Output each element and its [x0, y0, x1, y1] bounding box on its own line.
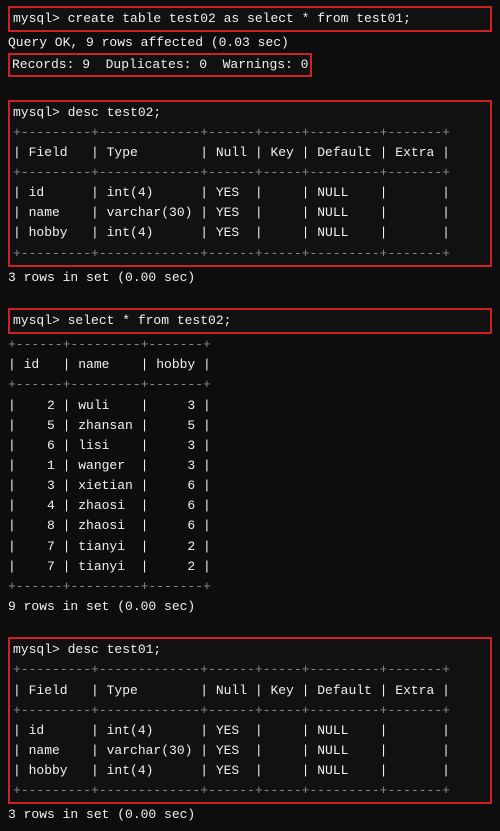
- block-records: Records: 9 Duplicates: 0 Warnings: 0: [8, 53, 312, 77]
- desc-row-name: | name | varchar(30) | YES | | NULL | |: [13, 203, 487, 223]
- sel-row-3: | 6 | lisi | 3 |: [8, 436, 492, 456]
- sel-row-4: | 1 | wanger | 3 |: [8, 456, 492, 476]
- sel-row-8: | 7 | tianyi | 2 |: [8, 537, 492, 557]
- sel-row-9: | 7 | tianyi | 2 |: [8, 557, 492, 577]
- desc-row-hobby: | hobby | int(4) | YES | | NULL | |: [13, 223, 487, 243]
- sel-result: 9 rows in set (0.00 sec): [8, 597, 492, 617]
- create-cmd-line: mysql> create table test02 as select * f…: [13, 9, 487, 29]
- desc-header: | Field | Type | Null | Key | Default | …: [13, 143, 487, 163]
- desc-sep1: +---------+-------------+------+-----+--…: [13, 123, 487, 143]
- blank3: [8, 617, 492, 637]
- desc-test01-cmd: mysql> desc test01;: [13, 640, 487, 660]
- block-desc-test02: mysql> desc test02; +---------+---------…: [8, 100, 492, 267]
- sel-sep2: +------+---------+-------+: [8, 375, 492, 395]
- sel-sep3: +------+---------+-------+: [8, 577, 492, 597]
- block-select-test02: mysql> select * from test02;: [8, 308, 492, 334]
- sel-row-2: | 5 | zhansan | 5 |: [8, 416, 492, 436]
- terminal: mysql> create table test02 as select * f…: [0, 0, 500, 831]
- desc-row-id: | id | int(4) | YES | | NULL | |: [13, 183, 487, 203]
- blank1: [8, 79, 492, 99]
- select-test02-cmd: mysql> select * from test02;: [13, 311, 487, 331]
- sel-row-6: | 4 | zhaosi | 6 |: [8, 496, 492, 516]
- desc-test02-cmd: mysql> desc test02;: [13, 103, 487, 123]
- sel-row-7: | 8 | zhaosi | 6 |: [8, 516, 492, 536]
- desc2-sep3: +---------+-------------+------+-----+--…: [13, 781, 487, 801]
- desc2-header: | Field | Type | Null | Key | Default | …: [13, 681, 487, 701]
- sel-header: | id | name | hobby |: [8, 355, 492, 375]
- desc2-row-hobby: | hobby | int(4) | YES | | NULL | |: [13, 761, 487, 781]
- sel-sep1: +------+---------+-------+: [8, 335, 492, 355]
- sel-row-1: | 2 | wuli | 3 |: [8, 396, 492, 416]
- desc-sep2: +---------+-------------+------+-----+--…: [13, 163, 487, 183]
- blank2: [8, 288, 492, 308]
- query-ok-line: Query OK, 9 rows affected (0.03 sec): [8, 33, 492, 53]
- desc2-result: 3 rows in set (0.00 sec): [8, 805, 492, 825]
- block-create-cmd: mysql> create table test02 as select * f…: [8, 6, 492, 32]
- sel-row-5: | 3 | xietian | 6 |: [8, 476, 492, 496]
- desc2-row-name: | name | varchar(30) | YES | | NULL | |: [13, 741, 487, 761]
- desc-result: 3 rows in set (0.00 sec): [8, 268, 492, 288]
- records-line: Records: 9 Duplicates: 0 Warnings: 0: [12, 55, 308, 75]
- desc2-sep2: +---------+-------------+------+-----+--…: [13, 701, 487, 721]
- desc2-row-id: | id | int(4) | YES | | NULL | |: [13, 721, 487, 741]
- block-desc-test01: mysql> desc test01; +---------+---------…: [8, 637, 492, 804]
- desc2-sep1: +---------+-------------+------+-----+--…: [13, 660, 487, 680]
- desc-sep3: +---------+-------------+------+-----+--…: [13, 244, 487, 264]
